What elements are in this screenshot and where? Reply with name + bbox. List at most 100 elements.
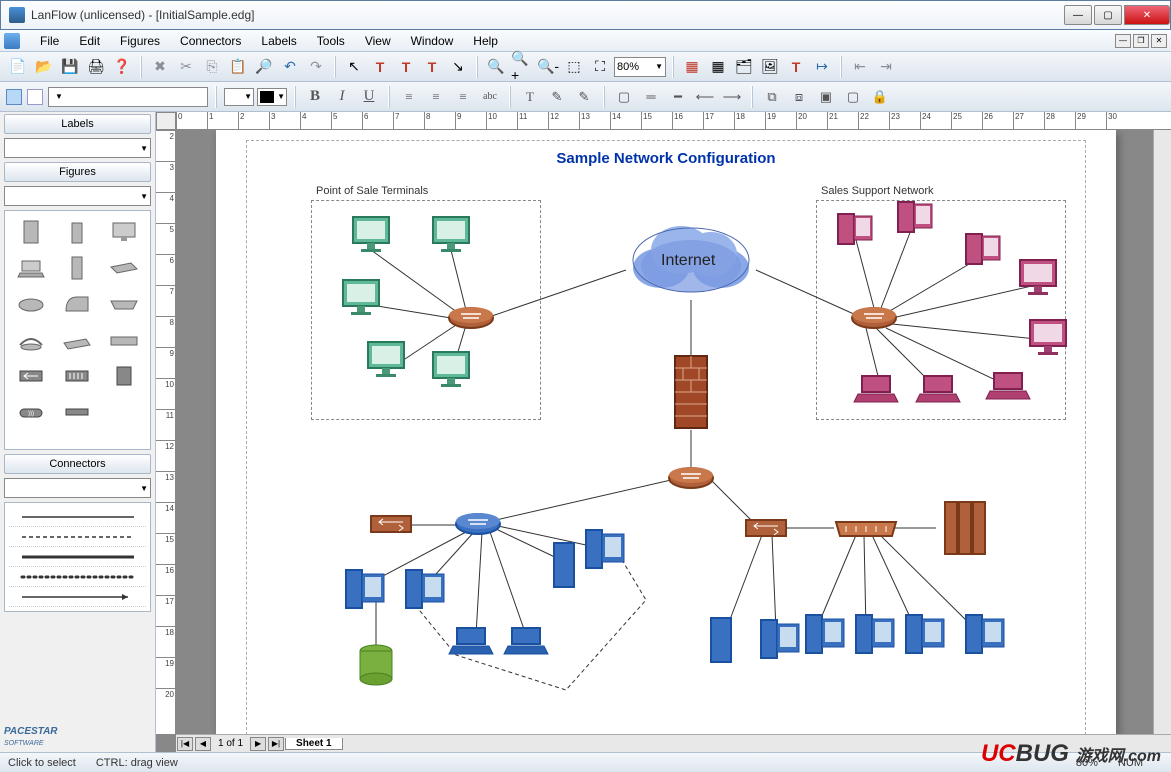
- grid-button[interactable]: ▦: [680, 55, 704, 79]
- line-color-button[interactable]: ▼: [257, 88, 287, 106]
- connector-thick[interactable]: [9, 547, 146, 567]
- arrow-end-button[interactable]: ⟶: [720, 86, 744, 108]
- find-button[interactable]: 🔎: [252, 55, 276, 79]
- menu-window[interactable]: Window: [401, 31, 464, 51]
- layers-button[interactable]: 🗂: [732, 55, 756, 79]
- shape-router[interactable]: [11, 289, 51, 319]
- text-color-button[interactable]: T: [518, 86, 542, 108]
- text-tool-1[interactable]: T: [368, 55, 392, 79]
- flow-button[interactable]: ↦: [810, 55, 834, 79]
- shape-bridge[interactable]: [104, 325, 144, 355]
- sheet-last-button[interactable]: ▶|: [268, 737, 284, 751]
- menu-file[interactable]: File: [30, 31, 69, 51]
- connector-tool[interactable]: ↘: [446, 55, 470, 79]
- align-left-button[interactable]: ≡: [397, 86, 421, 108]
- redo-button[interactable]: ↷: [304, 55, 328, 79]
- shape-rack-unit[interactable]: [57, 397, 97, 427]
- sheet-prev-button[interactable]: ◀: [195, 737, 211, 751]
- zoom-area-button[interactable]: ⬚: [562, 55, 586, 79]
- text-style-button[interactable]: T: [784, 55, 808, 79]
- shape-hub[interactable]: [104, 289, 144, 319]
- line-style-button[interactable]: ═: [639, 86, 663, 108]
- delete-button[interactable]: ✖: [148, 55, 172, 79]
- ungroup-button[interactable]: ⧈: [787, 86, 811, 108]
- select-tool[interactable]: ↖: [342, 55, 366, 79]
- zoom-combo[interactable]: 80%▼: [614, 57, 666, 77]
- underline-button[interactable]: U: [357, 86, 381, 108]
- figures-combo[interactable]: ▼: [4, 186, 151, 206]
- sheet-tab-1[interactable]: Sheet 1: [285, 738, 343, 750]
- new-button[interactable]: 📄: [6, 55, 30, 79]
- shape-pc-tower[interactable]: [57, 253, 97, 283]
- shape-access-point[interactable]: ))): [11, 397, 51, 427]
- menu-connectors[interactable]: Connectors: [170, 31, 251, 51]
- cut-button[interactable]: ✂: [174, 55, 198, 79]
- vertical-scrollbar[interactable]: [1153, 130, 1171, 734]
- undo-button[interactable]: ↶: [278, 55, 302, 79]
- lock-button[interactable]: 🔒: [868, 86, 892, 108]
- shape-laptop[interactable]: [11, 253, 51, 283]
- maximize-button[interactable]: ▢: [1094, 5, 1122, 25]
- image-button[interactable]: 🖼: [758, 55, 782, 79]
- menu-help[interactable]: Help: [463, 31, 508, 51]
- group1-box[interactable]: [311, 200, 541, 420]
- fill-color-button[interactable]: ▼: [224, 88, 254, 106]
- labels-panel-header[interactable]: Labels: [4, 114, 151, 134]
- text-label-button[interactable]: abc: [478, 86, 502, 108]
- align-button-1[interactable]: ⇤: [848, 55, 872, 79]
- menu-view[interactable]: View: [355, 31, 401, 51]
- menu-labels[interactable]: Labels: [251, 31, 306, 51]
- connectors-panel-header[interactable]: Connectors: [4, 454, 151, 474]
- zoom-tool[interactable]: 🔍: [484, 55, 508, 79]
- arrow-start-button[interactable]: ⟵: [693, 86, 717, 108]
- connectors-combo[interactable]: ▼: [4, 478, 151, 498]
- shape-patch-panel[interactable]: [57, 361, 97, 391]
- text-tool-3[interactable]: T: [420, 55, 444, 79]
- menu-figures[interactable]: Figures: [110, 31, 170, 51]
- open-button[interactable]: 📂: [32, 55, 56, 79]
- close-button[interactable]: ✕: [1124, 5, 1170, 25]
- mdi-restore-button[interactable]: ❐: [1133, 34, 1149, 48]
- zoom-fit-button[interactable]: ⛶: [588, 55, 612, 79]
- pen-button[interactable]: ✎: [572, 86, 596, 108]
- mode-toggle-1[interactable]: [6, 89, 22, 105]
- zoom-out-button[interactable]: 🔍-: [536, 55, 560, 79]
- group2-label[interactable]: Sales Support Network: [821, 185, 934, 197]
- shape-modem[interactable]: [57, 325, 97, 355]
- shape-switch-flat[interactable]: [104, 253, 144, 283]
- mdi-minimize-button[interactable]: —: [1115, 34, 1131, 48]
- sheet-first-button[interactable]: |◀: [177, 737, 193, 751]
- send-back-button[interactable]: ▢: [841, 86, 865, 108]
- align-button-2[interactable]: ⇥: [874, 55, 898, 79]
- print-button[interactable]: 🖨: [84, 55, 108, 79]
- line-weight-button[interactable]: ━: [666, 86, 690, 108]
- text-tool-2[interactable]: T: [394, 55, 418, 79]
- copy-button[interactable]: ⎘: [200, 55, 224, 79]
- bold-button[interactable]: B: [303, 86, 327, 108]
- shape-switch-box[interactable]: [11, 361, 51, 391]
- menu-tools[interactable]: Tools: [307, 31, 355, 51]
- minimize-button[interactable]: —: [1064, 5, 1092, 25]
- italic-button[interactable]: I: [330, 86, 354, 108]
- menu-edit[interactable]: Edit: [69, 31, 110, 51]
- shape-tower[interactable]: [57, 217, 97, 247]
- help-button[interactable]: ❓: [110, 55, 134, 79]
- app-menu-icon[interactable]: [4, 33, 20, 49]
- highlight-button[interactable]: ✎: [545, 86, 569, 108]
- figures-panel-header[interactable]: Figures: [4, 162, 151, 182]
- snap-button[interactable]: ▦: [706, 55, 730, 79]
- paste-button[interactable]: 📋: [226, 55, 250, 79]
- save-button[interactable]: 💾: [58, 55, 82, 79]
- canvas[interactable]: Sample Network Configuration Point of Sa…: [176, 130, 1153, 734]
- align-right-button[interactable]: ≡: [451, 86, 475, 108]
- group1-label[interactable]: Point of Sale Terminals: [316, 185, 428, 197]
- group-button[interactable]: ⧉: [760, 86, 784, 108]
- connector-dashed[interactable]: [9, 527, 146, 547]
- cloud-text[interactable]: Internet: [661, 252, 715, 270]
- mode-toggle-2[interactable]: [27, 89, 43, 105]
- shape-wireless[interactable]: [11, 325, 51, 355]
- font-family-combo[interactable]: ▼: [48, 87, 208, 107]
- shape-firewall-wall[interactable]: [57, 289, 97, 319]
- sheet-next-button[interactable]: ▶: [250, 737, 266, 751]
- diagram-title[interactable]: Sample Network Configuration: [216, 150, 1116, 167]
